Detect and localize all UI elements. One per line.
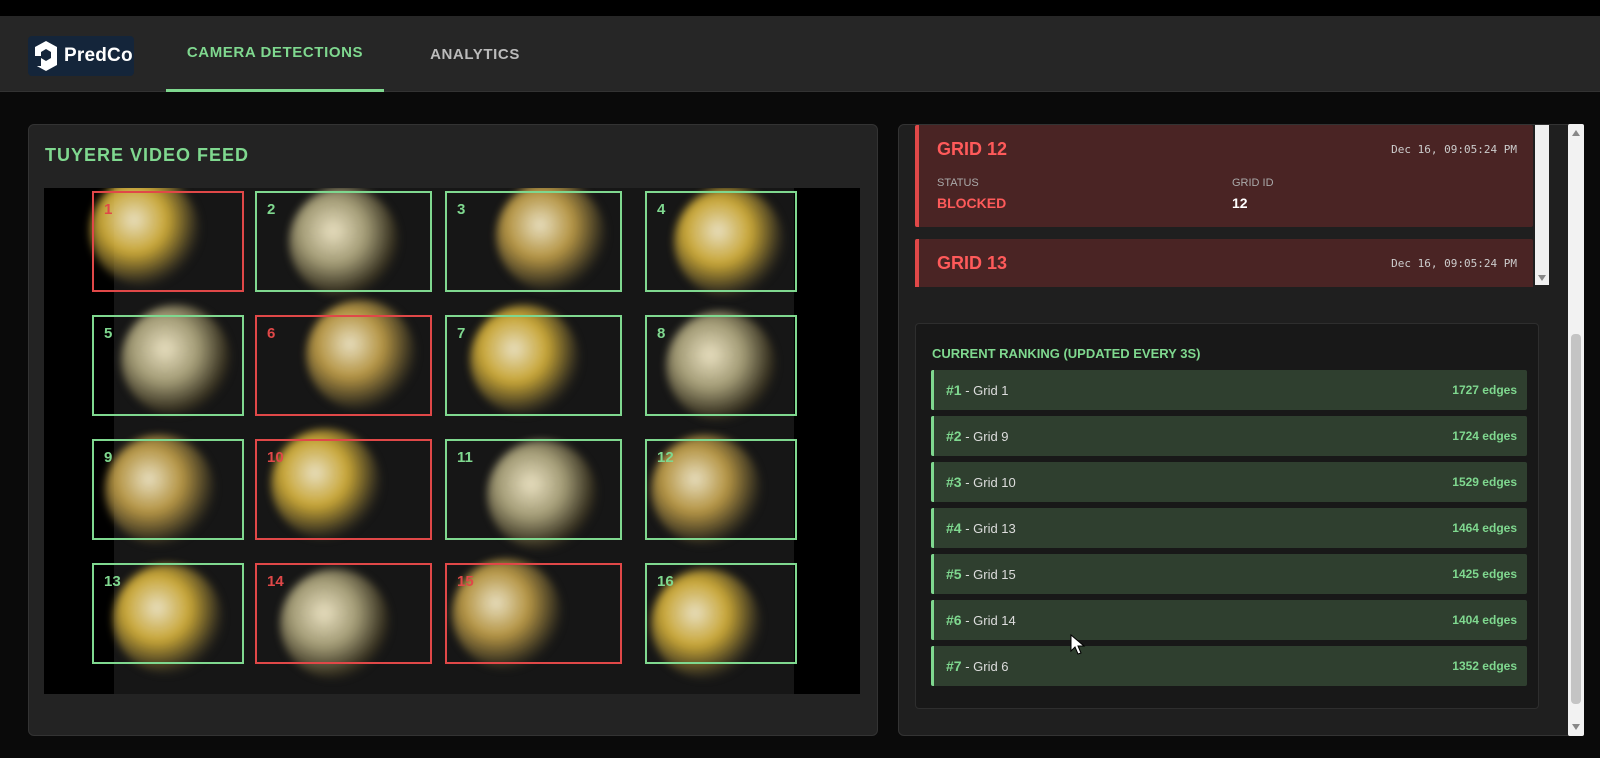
grid-box-9[interactable]: 9: [92, 439, 244, 540]
tab-camera-detections[interactable]: CAMERA DETECTIONS: [166, 16, 384, 92]
grid-number: 6: [267, 325, 276, 342]
alert-grid-id-value: 12: [1232, 195, 1248, 211]
grid-number: 4: [657, 201, 666, 218]
grid-box-12[interactable]: 12: [645, 439, 797, 540]
ranking-position: #3: [946, 474, 962, 490]
ranking-title: CURRENT RANKING (UPDATED EVERY 3S): [932, 346, 1201, 361]
ranking-row[interactable]: #7 - Grid 6 1352 edges: [931, 646, 1527, 686]
ranking-grid-name: - Grid 6: [961, 659, 1009, 674]
ranking-grid-name: - Grid 14: [961, 613, 1016, 628]
tab-analytics[interactable]: ANALYTICS: [400, 16, 550, 92]
alert-title: GRID 13: [937, 253, 1008, 273]
top-navbar: PredCo CAMERA DETECTIONS ANALYTICS: [0, 16, 1600, 92]
grid-number: 16: [657, 573, 674, 590]
ranking-grid-name: - Grid 13: [961, 521, 1016, 536]
brand-logo[interactable]: PredCo: [28, 36, 134, 76]
grid-box-14[interactable]: 14: [255, 563, 432, 664]
video-feed-title: TUYERE VIDEO FEED: [45, 145, 250, 165]
alert-card-grid-12[interactable]: GRID 12 Dec 16, 09:05:24 PM STATUS BLOCK…: [915, 125, 1533, 227]
alert-status-label: STATUS: [937, 177, 979, 189]
grid-box-2[interactable]: 2: [255, 191, 432, 292]
grid-box-16[interactable]: 16: [645, 563, 797, 664]
grid-box-4[interactable]: 4: [645, 191, 797, 292]
ranking-grid-name: - Grid 1: [961, 383, 1009, 398]
ranking-edges: 1425 edges: [1452, 567, 1517, 581]
ranking-row[interactable]: #1 - Grid 1 1727 edges: [931, 370, 1527, 410]
ranking-grid-name: - Grid 9: [961, 429, 1009, 444]
ranking-grid: #5 - Grid 15: [946, 566, 1016, 582]
grid-number: 3: [457, 201, 466, 218]
ranking-grid: #4 - Grid 13: [946, 520, 1016, 536]
grid-box-1[interactable]: 1: [92, 191, 244, 292]
grid-number: 15: [457, 573, 474, 590]
grid-box-10[interactable]: 10: [255, 439, 432, 540]
ranking-position: #1: [946, 382, 962, 398]
alert-timestamp: Dec 16, 09:05:24 PM: [1391, 257, 1517, 270]
video-feed[interactable]: 1 2 3 4 5 6 7 8 9 10 11 12 13 14 15 16: [44, 188, 860, 694]
detections-side-panel: GRID 12 Dec 16, 09:05:24 PM STATUS BLOCK…: [898, 124, 1584, 736]
grid-number: 14: [267, 573, 284, 590]
mouse-cursor-icon: [1070, 634, 1086, 655]
ranking-row[interactable]: #3 - Grid 10 1529 edges: [931, 462, 1527, 502]
ranking-position: #6: [946, 612, 962, 628]
video-feed-panel: TUYERE VIDEO FEED 1 2 3 4 5 6 7 8 9 10 11 12 13 14 15 1…: [28, 124, 878, 736]
grid-box-3[interactable]: 3: [445, 191, 622, 292]
page-scrollbar[interactable]: [1568, 124, 1584, 736]
alert-title: GRID 12: [937, 139, 1008, 159]
ranking-edges: 1727 edges: [1452, 383, 1517, 397]
ranking-position: #7: [946, 658, 962, 674]
alert-grid-id-label: GRID ID: [1232, 177, 1274, 189]
ranking-grid-name: - Grid 15: [961, 567, 1016, 582]
grid-number: 2: [267, 201, 276, 218]
alert-list[interactable]: GRID 12 Dec 16, 09:05:24 PM STATUS BLOCK…: [915, 125, 1550, 287]
scrollbar-thumb[interactable]: [1571, 334, 1581, 704]
ranking-grid: #7 - Grid 6: [946, 658, 1009, 674]
ranking-position: #5: [946, 566, 962, 582]
ranking-row[interactable]: #5 - Grid 15 1425 edges: [931, 554, 1527, 594]
grid-box-13[interactable]: 13: [92, 563, 244, 664]
alert-status-value: BLOCKED: [937, 195, 1007, 211]
grid-number: 9: [104, 449, 113, 466]
ranking-edges: 1529 edges: [1452, 475, 1517, 489]
ranking-edges: 1724 edges: [1452, 429, 1517, 443]
ranking-grid: #2 - Grid 9: [946, 428, 1009, 444]
grid-box-15[interactable]: 15: [445, 563, 622, 664]
grid-box-7[interactable]: 7: [445, 315, 622, 416]
grid-number: 12: [657, 449, 674, 466]
grid-number: 8: [657, 325, 666, 342]
brand-name: PredCo: [64, 45, 133, 66]
grid-number: 13: [104, 573, 121, 590]
ranking-grid: #3 - Grid 10: [946, 474, 1016, 490]
ranking-row[interactable]: #4 - Grid 13 1464 edges: [931, 508, 1527, 548]
grid-number: 5: [104, 325, 113, 342]
alert-list-scrollbar[interactable]: [1535, 125, 1549, 285]
grid-box-5[interactable]: 5: [92, 315, 244, 416]
grid-number: 1: [104, 201, 113, 218]
ranking-row[interactable]: #2 - Grid 9 1724 edges: [931, 416, 1527, 456]
ranking-edges: 1404 edges: [1452, 613, 1517, 627]
ranking-grid: #1 - Grid 1: [946, 382, 1009, 398]
ranking-panel: CURRENT RANKING (UPDATED EVERY 3S) #1 - …: [915, 323, 1539, 709]
alert-timestamp: Dec 16, 09:05:24 PM: [1391, 143, 1517, 156]
ranking-row[interactable]: #6 - Grid 14 1404 edges: [931, 600, 1527, 640]
scroll-down-arrow-icon[interactable]: [1572, 724, 1580, 730]
grid-box-11[interactable]: 11: [445, 439, 622, 540]
grid-box-6[interactable]: 6: [255, 315, 432, 416]
grid-number: 10: [267, 449, 284, 466]
scroll-up-arrow-icon[interactable]: [1572, 130, 1580, 136]
ranking-grid: #6 - Grid 14: [946, 612, 1016, 628]
predco-logo-icon: [35, 41, 57, 71]
grid-number: 7: [457, 325, 466, 342]
grid-number: 11: [457, 449, 473, 466]
grid-box-8[interactable]: 8: [645, 315, 797, 416]
ranking-position: #2: [946, 428, 962, 444]
alert-card-grid-13[interactable]: GRID 13 Dec 16, 09:05:24 PM: [915, 239, 1533, 287]
ranking-position: #4: [946, 520, 962, 536]
ranking-edges: 1464 edges: [1452, 521, 1517, 535]
ranking-edges: 1352 edges: [1452, 659, 1517, 673]
ranking-grid-name: - Grid 10: [961, 475, 1016, 490]
scroll-down-arrow-icon[interactable]: [1538, 275, 1546, 281]
window-top-strip: [0, 0, 1600, 16]
